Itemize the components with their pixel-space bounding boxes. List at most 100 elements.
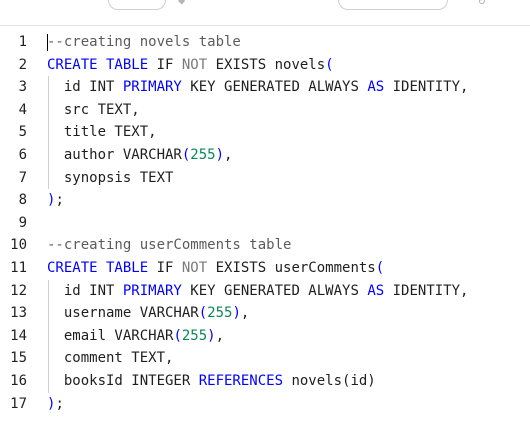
code-token: PRIMARY (122, 79, 191, 96)
line-number: 13 (10, 305, 27, 322)
code-line[interactable]: 16 booksId INTEGER REFERENCES novels(id) (0, 369, 530, 393)
toolbar-pill-button-right[interactable] (338, 0, 448, 10)
code-text: email VARCHAR(255), (47, 325, 224, 348)
code-text: title TEXT, (47, 121, 157, 144)
line-number: 6 (18, 146, 27, 163)
code-token: --creating novels table (47, 34, 241, 50)
code-line[interactable]: 14 email VARCHAR(255), (0, 324, 530, 348)
line-number: 9 (18, 214, 27, 231)
code-token: NOT (181, 56, 216, 73)
code-line[interactable]: 6 author VARCHAR(255), (0, 143, 530, 167)
code-token: ; (55, 192, 64, 209)
line-number: 8 (18, 192, 27, 209)
code-token: AS (367, 79, 393, 96)
code-line[interactable]: 10 --creating userComments table (0, 234, 530, 257)
code-token: id INT (47, 282, 123, 299)
more-icon[interactable]: ↻ (478, 0, 485, 7)
code-token: ; (55, 395, 64, 412)
code-text: username VARCHAR(255), (47, 302, 249, 325)
code-line[interactable]: 17); (0, 393, 530, 416)
line-number: 12 (10, 282, 27, 299)
code-token: ( (173, 327, 182, 344)
line-number: 15 (10, 350, 27, 367)
text-cursor (47, 34, 48, 51)
line-number: 4 (18, 101, 27, 118)
code-line[interactable]: 7 synopsis TEXT (0, 166, 530, 190)
code-token: PRIMARY (122, 282, 191, 299)
code-text: ); (47, 189, 64, 212)
code-line[interactable]: 12 id INT PRIMARY KEY GENERATED ALWAYS A… (0, 279, 530, 303)
line-number: 17 (10, 395, 27, 412)
code-text: author VARCHAR(255), (47, 144, 233, 167)
code-token: KEY GENERATED ALWAYS (190, 282, 368, 299)
line-number: 16 (10, 372, 27, 389)
code-token: IDENTITY, (392, 282, 469, 299)
code-token: EXISTS novels (215, 56, 326, 73)
code-text: src TEXT, (47, 99, 140, 122)
code-line[interactable]: 15 comment TEXT, (0, 347, 530, 370)
editor-toolbar: ◆ ↻ (0, 0, 530, 26)
code-token: IF (156, 259, 182, 276)
code-token: username VARCHAR (47, 305, 199, 322)
code-line[interactable]: 8); (0, 189, 530, 212)
line-number: 10 (10, 237, 27, 254)
code-token: ) (215, 146, 225, 163)
code-text: booksId INTEGER REFERENCES novels(id) (47, 370, 376, 393)
line-number: 2 (18, 56, 27, 73)
code-token: ( (375, 259, 385, 276)
code-line[interactable]: 5 title TEXT, (0, 121, 530, 144)
code-token: KEY GENERATED ALWAYS (190, 79, 368, 96)
code-token: ( (198, 305, 208, 322)
code-token: IDENTITY, (392, 79, 469, 96)
code-editor[interactable]: 1 --creating novels table 2 CREATE TABLE IF… (0, 31, 530, 415)
code-text: --creating novels table (47, 31, 241, 54)
chevron-icon[interactable]: ◆ (178, 0, 185, 7)
code-line[interactable]: 9 (0, 212, 530, 235)
code-token: ( (325, 56, 334, 73)
code-token: AS (367, 282, 393, 299)
code-line[interactable]: 11 CREATE TABLE IF NOT EXISTS userComment… (0, 257, 530, 280)
code-token: CREATE TABLE (47, 56, 157, 73)
code-token: REFERENCES (198, 372, 292, 389)
code-text: comment TEXT, (47, 347, 174, 370)
line-number: 11 (10, 259, 27, 276)
code-token: 255 (181, 327, 208, 344)
code-token: , (215, 327, 225, 344)
code-text: synopsis TEXT (47, 167, 174, 190)
code-line[interactable]: 3 id INT PRIMARY KEY GENERATED ALWAYS AS… (0, 76, 530, 99)
code-token: synopsis TEXT (47, 169, 174, 186)
toolbar-pill-button[interactable] (108, 0, 166, 10)
code-token: ) (232, 305, 241, 322)
line-number: 7 (18, 169, 27, 186)
code-text: id INT PRIMARY KEY GENERATED ALWAYS AS I… (47, 76, 469, 99)
code-text: CREATE TABLE IF NOT EXISTS novels( (47, 54, 334, 77)
code-token: --creating userComments table (47, 237, 292, 254)
code-token: comment TEXT, (47, 350, 174, 367)
code-text: --creating userComments table (47, 234, 291, 257)
code-line[interactable]: 4 src TEXT, (0, 98, 530, 122)
code-token: 255 (207, 305, 233, 322)
code-line[interactable]: 13 username VARCHAR(255), (0, 302, 530, 325)
code-token: novels(id) (291, 372, 376, 389)
code-token: author VARCHAR (47, 146, 182, 163)
code-text: CREATE TABLE IF NOT EXISTS userComments( (47, 257, 384, 280)
code-token: EXISTS userComments (215, 259, 376, 276)
code-line[interactable]: 2 CREATE TABLE IF NOT EXISTS novels( (0, 54, 530, 77)
code-token: NOT (181, 259, 216, 276)
line-number: 3 (18, 79, 27, 96)
code-token: id INT (47, 79, 123, 96)
code-line[interactable]: 1 --creating novels table (0, 31, 530, 54)
code-token: , (224, 146, 233, 163)
code-text: ); (47, 393, 64, 416)
code-token: IF (156, 56, 182, 73)
code-token: ) (207, 327, 216, 344)
line-number: 14 (10, 327, 27, 344)
code-token: , (240, 305, 250, 322)
code-token: booksId INTEGER (47, 372, 199, 389)
line-number: 5 (18, 124, 27, 141)
code-token: CREATE TABLE (47, 259, 157, 276)
line-number: 1 (18, 34, 27, 50)
code-token: src TEXT, (47, 101, 140, 118)
code-token: 255 (190, 146, 216, 163)
code-token: email VARCHAR (47, 327, 174, 344)
